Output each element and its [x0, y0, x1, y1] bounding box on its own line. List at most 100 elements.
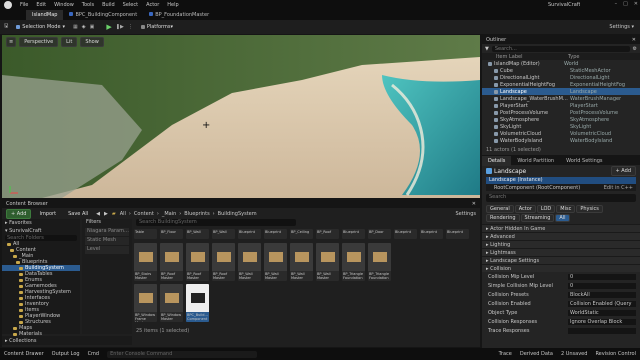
component-root[interactable]: RootComponent (RootComponent) Edit in C+…: [486, 184, 636, 191]
outliner-row[interactable]: SkyAtmosphere SkyAtmosphere: [482, 116, 640, 123]
asset-tile[interactable]: BP_Window Frame Master: [134, 284, 157, 322]
outliner-row[interactable]: DirectionalLight DirectionalLight: [482, 74, 640, 81]
cb-save-all-button[interactable]: Save All: [64, 210, 92, 218]
filter-item[interactable]: Niagara Parameters: [85, 228, 129, 236]
outliner-row[interactable]: PlayerStart PlayerStart: [482, 102, 640, 109]
content-drawer-button[interactable]: Content Drawer: [4, 351, 44, 357]
cb-settings-button[interactable]: Settings: [455, 211, 476, 217]
output-log-button[interactable]: Output Log: [52, 351, 80, 357]
menu-item-select[interactable]: Select: [119, 2, 142, 8]
add-component-button[interactable]: + Add: [610, 166, 636, 176]
asset-tile[interactable]: BP_Roof Master: [186, 243, 209, 281]
section-header[interactable]: ▸ Lighting: [482, 240, 640, 248]
viewport[interactable]: ≡ Perspective Lit Show +: [2, 35, 480, 198]
asset-tile[interactable]: BP_Wall: [212, 229, 235, 239]
section-header[interactable]: ▸ Advanced: [482, 232, 640, 240]
component-instance[interactable]: Landscape (Instance): [486, 177, 636, 184]
menu-item-window[interactable]: Window: [50, 2, 78, 8]
step-icon[interactable]: ❚▶: [116, 24, 124, 30]
play-icon[interactable]: ▶: [106, 23, 111, 31]
outliner-settings-icon[interactable]: ⚙: [633, 46, 637, 52]
unsaved-button[interactable]: 2 Unsaved: [561, 351, 587, 357]
edit-cpp-link[interactable]: Edit in C++: [604, 185, 633, 191]
close-icon[interactable]: ✕: [634, 1, 638, 7]
asset-tile[interactable]: BP_Door: [368, 229, 391, 239]
menu-item-build[interactable]: Build: [98, 2, 119, 8]
settings-label[interactable]: Settings ▾: [609, 24, 634, 30]
asset-tile[interactable]: BP_Wall Master: [290, 243, 313, 281]
project-header[interactable]: ▾ SurvivalCraft: [2, 227, 80, 235]
filter-tab-lod[interactable]: LOD: [536, 205, 556, 213]
section-header[interactable]: ▸ Actor Hidden In Game: [482, 224, 640, 232]
asset-tile[interactable]: BP_Roof: [316, 229, 339, 239]
property-value[interactable]: 0: [568, 282, 636, 289]
property-value[interactable]: WorldStatic: [568, 309, 636, 316]
outliner-row[interactable]: Cube StaticMeshActor: [482, 67, 640, 74]
property-value[interactable]: Collision Enabled (Query: [568, 300, 636, 307]
asset-tile[interactable]: BP_Wall Master: [316, 243, 339, 281]
cmd-button[interactable]: Cmd: [88, 351, 100, 357]
asset-tile[interactable]: BP_Roof Master: [212, 243, 235, 281]
asset-tile[interactable]: Blueprint: [264, 229, 287, 239]
asset-tile[interactable]: BP_Triangle Foundation: [368, 243, 391, 281]
tab-world-partition[interactable]: World Partition: [511, 156, 560, 166]
asset-tile[interactable]: BPC_Building Component: [186, 284, 209, 322]
asset-tile[interactable]: Blueprint: [446, 229, 469, 239]
property-value[interactable]: BlockAll: [568, 291, 636, 298]
perspective-button[interactable]: Perspective: [19, 37, 59, 47]
outliner-row[interactable]: IslandMap (Editor) World: [482, 60, 640, 67]
breadcrumb-item[interactable]: _Main: [162, 211, 176, 217]
filter-tab-misc[interactable]: Misc: [556, 205, 576, 213]
outliner-row[interactable]: WaterBodyIsland WaterBodyIsland: [482, 137, 640, 144]
filter-icon[interactable]: ▼: [485, 46, 489, 52]
menu-item-help[interactable]: Help: [163, 2, 182, 8]
tab-bp-foundation[interactable]: BP_FoundationMaster: [143, 10, 215, 20]
derived-data-button[interactable]: Derived Data: [520, 351, 553, 357]
back-icon[interactable]: ◀: [96, 211, 100, 217]
menu-item-actor[interactable]: Actor: [142, 2, 163, 8]
section-header[interactable]: ▸ Lightmass: [482, 248, 640, 256]
asset-tile[interactable]: BP_Ceiling: [290, 229, 313, 239]
filter-tab-streaming[interactable]: Streaming: [520, 214, 555, 222]
cinematics-icon[interactable]: ▣: [90, 24, 95, 30]
asset-tile[interactable]: BP_Window Master: [160, 284, 183, 322]
menu-item-tools[interactable]: Tools: [78, 2, 98, 8]
property-value[interactable]: Ignore Overlap Block: [568, 318, 636, 325]
breadcrumb-item[interactable]: Blueprints: [184, 211, 209, 217]
filter-tab-rendering[interactable]: Rendering: [486, 214, 520, 222]
filter-tab-all[interactable]: All: [555, 214, 570, 222]
close-icon[interactable]: ✕: [472, 201, 476, 207]
save-icon[interactable]: 🖫: [4, 23, 8, 31]
asset-tile[interactable]: Blueprint: [342, 229, 365, 239]
close-icon[interactable]: ✕: [632, 37, 636, 43]
asset-tile[interactable]: Blueprint: [420, 229, 443, 239]
property-value[interactable]: [568, 327, 636, 334]
asset-tile[interactable]: BP_Floor: [160, 229, 183, 239]
viewport-menu-button[interactable]: ≡: [6, 37, 17, 47]
asset-tile[interactable]: BP_Roof Master: [160, 243, 183, 281]
revision-control-button[interactable]: Revision Control: [595, 351, 636, 357]
outliner-row[interactable]: SkyLight SkyLight: [482, 123, 640, 130]
folder-icon[interactable]: ▰: [112, 211, 116, 217]
asset-tile[interactable]: Blueprint: [238, 229, 261, 239]
filter-tab-general[interactable]: General: [486, 205, 514, 213]
tab-world-settings[interactable]: World Settings: [560, 156, 608, 166]
selection-mode-button[interactable]: Selection Mode ▾: [12, 23, 70, 31]
minimize-icon[interactable]: –: [615, 1, 618, 7]
section-header[interactable]: ▸ Landscape Settings: [482, 256, 640, 264]
asset-tile[interactable]: BP_Stairs Master: [134, 243, 157, 281]
outliner-row[interactable]: VolumetricCloud VolumetricCloud: [482, 130, 640, 137]
asset-tile[interactable]: BP_Triangle Foundation: [342, 243, 365, 281]
menu-item-file[interactable]: File: [16, 2, 32, 8]
outliner-row[interactable]: PostProcessVolume PostProcessVolume: [482, 109, 640, 116]
console-input[interactable]: Enter Console Command: [107, 350, 258, 358]
outliner-row[interactable]: Landscape_WaterBrushManagerWaterBrushMan…: [482, 95, 640, 102]
breadcrumb-item[interactable]: BuildingSystem: [218, 211, 257, 217]
tab-details[interactable]: Details: [482, 156, 512, 166]
asset-search[interactable]: Search BuildingSystem: [136, 219, 296, 226]
asset-tile[interactable]: BP_Wall Master: [264, 243, 287, 281]
details-search[interactable]: Search: [486, 194, 636, 202]
menu-item-edit[interactable]: Edit: [32, 2, 50, 8]
breadcrumb-item[interactable]: Content: [134, 211, 154, 217]
platforms-button[interactable]: Platforms ▾: [136, 23, 178, 31]
